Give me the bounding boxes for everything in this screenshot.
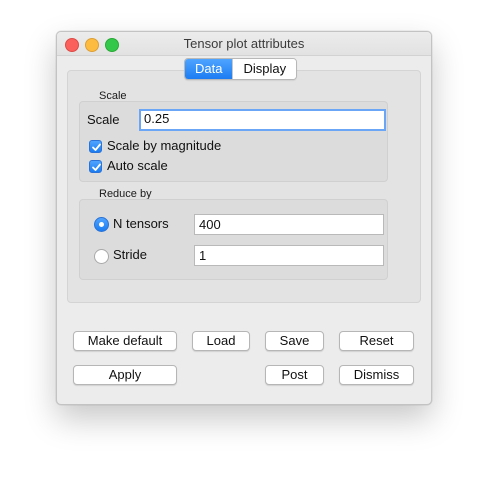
- reset-button[interactable]: Reset: [339, 331, 414, 351]
- make-default-button[interactable]: Make default: [73, 331, 177, 351]
- tensor-plot-attributes-window: Tensor plot attributes Data Display Scal…: [56, 31, 432, 405]
- n-tensors-radio[interactable]: [94, 217, 109, 232]
- scale-label: Scale: [87, 112, 120, 127]
- checkmark-icon: [92, 143, 101, 151]
- tab-bar: Data Display: [184, 58, 298, 80]
- n-tensors-label[interactable]: N tensors: [113, 216, 169, 231]
- scale-group: Scale 0.25 Scale by magnitude Auto scale: [79, 101, 388, 182]
- load-button[interactable]: Load: [192, 331, 250, 351]
- post-button[interactable]: Post: [265, 365, 324, 385]
- tab-data[interactable]: Data: [185, 59, 233, 79]
- scale-by-magnitude-label[interactable]: Scale by magnitude: [107, 138, 221, 153]
- title-bar[interactable]: Tensor plot attributes: [57, 32, 431, 56]
- checkmark-icon: [92, 163, 101, 171]
- stride-radio[interactable]: [94, 249, 109, 264]
- auto-scale-checkbox[interactable]: [89, 160, 102, 173]
- dismiss-button[interactable]: Dismiss: [339, 365, 414, 385]
- reduce-by-group: N tensors 400 Stride 1: [79, 199, 388, 280]
- save-button[interactable]: Save: [265, 331, 324, 351]
- window-title: Tensor plot attributes: [183, 36, 305, 51]
- n-tensors-input[interactable]: 400: [194, 214, 384, 235]
- stride-input[interactable]: 1: [194, 245, 384, 266]
- stride-label[interactable]: Stride: [113, 247, 147, 262]
- scale-input[interactable]: 0.25: [139, 109, 386, 131]
- apply-button[interactable]: Apply: [73, 365, 177, 385]
- auto-scale-label[interactable]: Auto scale: [107, 158, 168, 173]
- tab-display[interactable]: Display: [232, 59, 297, 79]
- scale-by-magnitude-checkbox[interactable]: [89, 140, 102, 153]
